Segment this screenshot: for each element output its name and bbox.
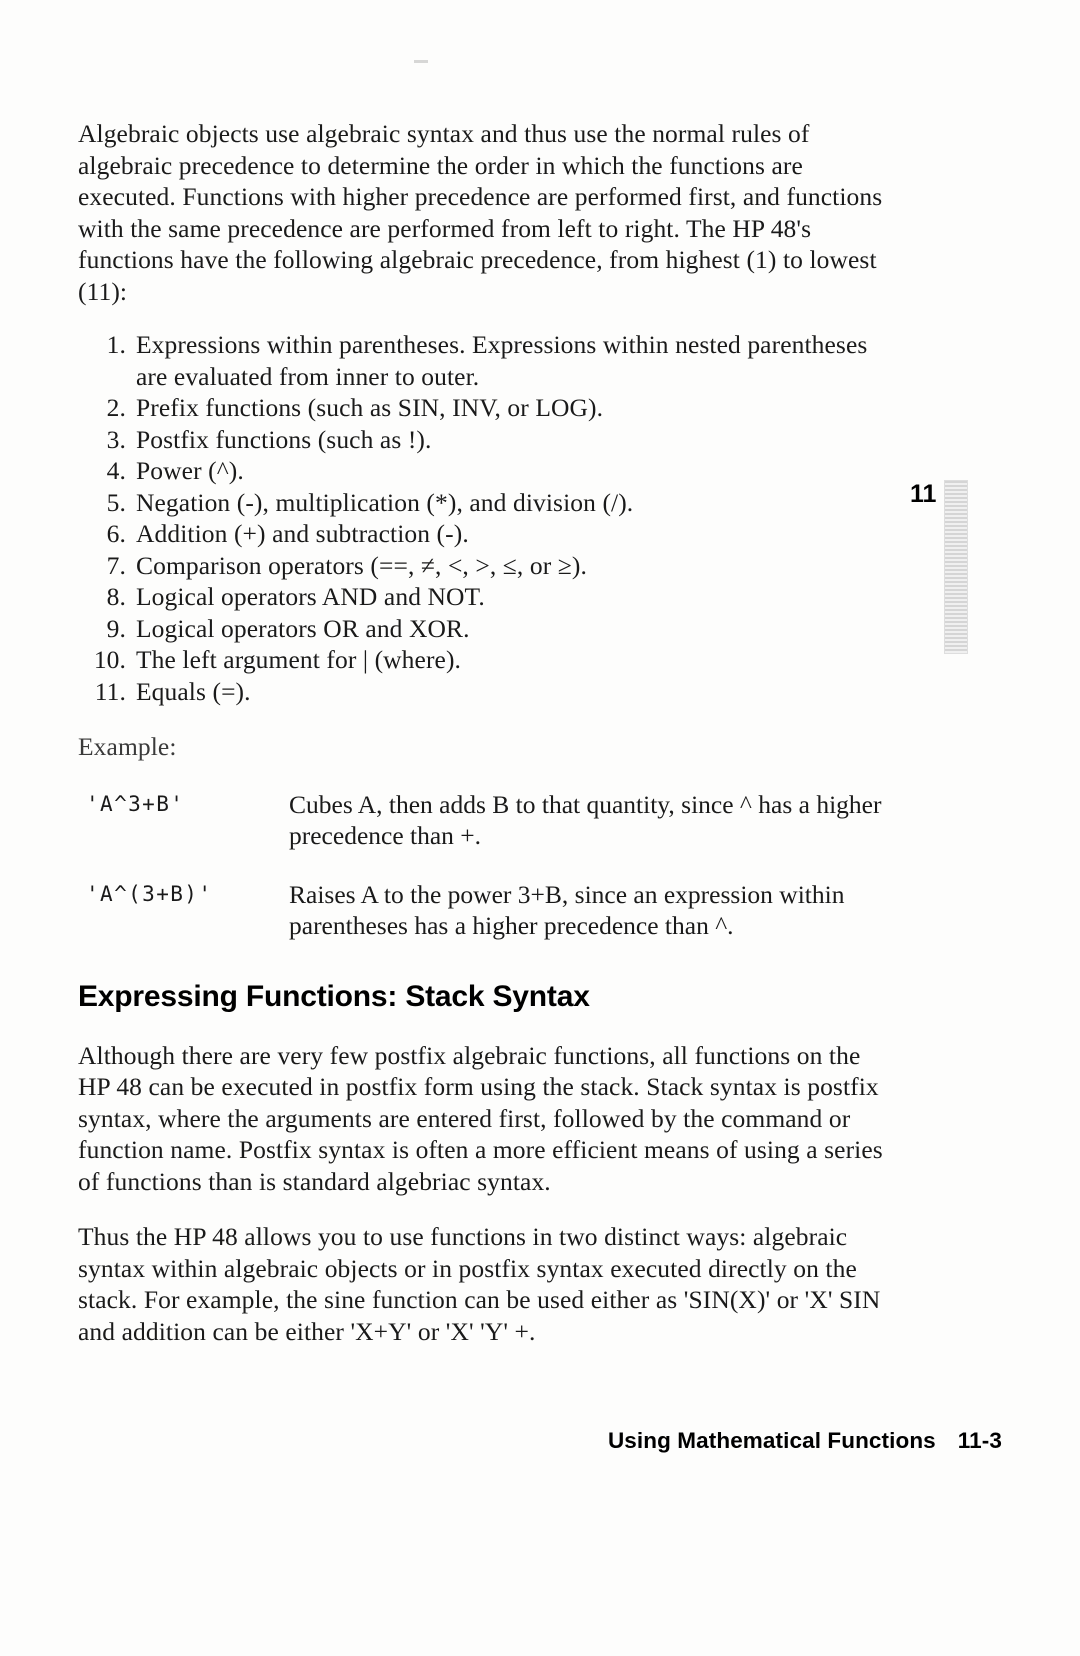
chapter-tab-number: 11 [910, 480, 937, 508]
list-item: 10. The left argument for | (where). [78, 644, 888, 676]
list-item: 1. Expressions within parentheses. Expre… [78, 329, 888, 392]
list-item-number: 10. [93, 645, 126, 674]
list-item-number: 1. [106, 330, 126, 359]
list-item: 9. Logical operators OR and XOR. [78, 613, 888, 645]
list-item: 3. Postfix functions (such as !). [78, 424, 888, 456]
example-expression: 'A^(3+B)' [86, 881, 213, 906]
list-item: 5. Negation (-), multiplication (*), and… [78, 487, 888, 519]
list-item-text: Logical operators OR and XOR. [136, 613, 470, 643]
intro-paragraph: Algebraic objects use algebraic syntax a… [78, 119, 883, 306]
section-heading: Expressing Functions: Stack Syntax [78, 979, 590, 1013]
list-item-number: 6. [106, 519, 126, 548]
example-label: Example: [78, 732, 177, 761]
example-expression: 'A^3+B' [86, 791, 185, 816]
footer-page-number: 11-3 [957, 1428, 1002, 1453]
list-item-number: 4. [106, 456, 126, 485]
list-item-text: Addition (+) and subtraction (-). [136, 519, 469, 548]
list-item-number: 7. [106, 550, 126, 580]
page-content: Algebraic objects use algebraic syntax a… [78, 118, 888, 1347]
list-item: 2. Prefix functions (such as SIN, INV, o… [78, 392, 888, 424]
example-block: 'A^3+B' Cubes A, then adds B to that qua… [78, 789, 888, 942]
list-item-number: 8. [106, 582, 126, 611]
document-page: 11 Algebraic objects use algebraic synta… [0, 0, 1080, 1656]
example-description: Cubes A, then adds B to that quantity, s… [289, 789, 882, 851]
list-item-number: 9. [106, 613, 126, 643]
section-paragraph-1: Although there are very few postfix alge… [78, 1040, 883, 1196]
example-row: 'A^(3+B)' Raises A to the power 3+B, sin… [78, 879, 888, 942]
footer-title: Using Mathematical Functions [607, 1428, 936, 1453]
list-item-text: Expressions within parentheses. Expressi… [136, 330, 868, 391]
scan-artifact-tick [414, 60, 428, 63]
list-item-number: 3. [106, 424, 126, 454]
list-item: 7. Comparison operators (==, ≠, <, >, ≤,… [78, 550, 888, 582]
list-item-number: 2. [106, 393, 126, 422]
list-item-text: Negation (-), multiplication (*), and di… [136, 487, 634, 517]
list-item-text: Comparison operators (==, ≠, <, >, ≤, or… [136, 550, 587, 580]
example-description: Raises A to the power 3+B, since an expr… [289, 879, 845, 941]
list-item: 6. Addition (+) and subtraction (-). [78, 518, 888, 550]
list-item-text: Logical operators AND and NOT. [136, 582, 485, 611]
list-item: 8. Logical operators AND and NOT. [78, 581, 888, 613]
list-item-text: Postfix functions (such as !). [136, 424, 432, 454]
list-item-text: The left argument for | (where). [136, 645, 462, 674]
list-item-text: Power (^). [136, 456, 244, 485]
list-item-text: Equals (=). [136, 676, 251, 706]
list-item: 4. Power (^). [78, 455, 888, 487]
section-paragraph-2: Thus the HP 48 allows you to use functio… [78, 1222, 881, 1346]
example-row: 'A^3+B' Cubes A, then adds B to that qua… [78, 789, 888, 852]
list-item: 11. Equals (=). [78, 676, 888, 708]
list-item-text: Prefix functions (such as SIN, INV, or L… [136, 393, 604, 422]
list-item-number: 5. [106, 487, 126, 517]
precedence-list: 1. Expressions within parentheses. Expre… [78, 329, 888, 707]
list-item-number: 11. [94, 676, 126, 706]
page-footer: Using Mathematical Functions 11-3 [0, 1428, 1002, 1454]
chapter-tab-bar [944, 480, 969, 654]
chapter-tab: 11 [910, 480, 972, 654]
